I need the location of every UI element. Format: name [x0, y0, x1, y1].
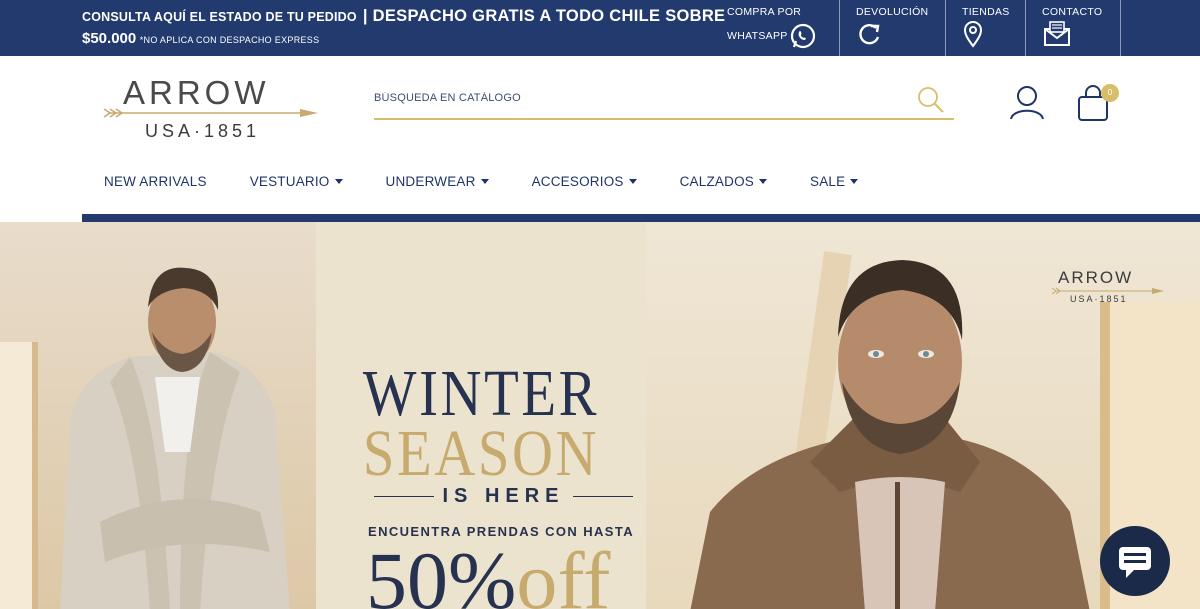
nav-item-new-arrivals[interactable]: NEW ARRIVALS [104, 174, 207, 189]
caret-down-icon [850, 179, 859, 184]
arrow-logo[interactable]: ARROW USA·1851 [100, 74, 324, 144]
nav-label: CALZADOS [679, 174, 754, 189]
returns-label: DEVOLUCIÓN [856, 6, 929, 18]
discount-word: off [516, 535, 611, 609]
refresh-icon [859, 23, 880, 45]
whatsapp-link[interactable]: COMPRA POR WHATSAPP [710, 0, 840, 56]
contact-label: CONTACTO [1042, 6, 1103, 18]
hero-brand-word: ARROW [1058, 268, 1134, 287]
main-nav: NEW ARRIVALS VESTUARIO UNDERWEAR ACCESOR… [104, 174, 901, 189]
nav-item-calzados[interactable]: CALZADOS [680, 174, 767, 189]
nav-label: NEW ARRIVALS [104, 174, 207, 189]
decorative-line [572, 496, 633, 497]
caret-down-icon [480, 179, 489, 184]
user-account-icon[interactable] [1008, 84, 1046, 122]
top-announcement-bar: CONSULTA AQUÍ EL ESTADO DE TU PEDIDO | DE… [0, 0, 1200, 56]
cart-count-badge: 0 [1101, 84, 1119, 102]
shipping-note: *NO APLICA CON DESPACHO EXPRESS [139, 35, 320, 45]
caret-down-icon [758, 179, 767, 184]
shipping-threshold-amount: $50.000 [82, 30, 137, 47]
promo-banner[interactable]: CONSULTA AQUÍ EL ESTADO DE TU PEDIDO | DE… [82, 5, 725, 51]
nav-divider-gap [0, 214, 82, 222]
stores-label: TIENDAS [962, 6, 1010, 18]
whatsapp-label-1: COMPRA POR [727, 6, 802, 18]
top-links: COMPRA POR WHATSAPP DEVOLUCIÓN TIENDAS C… [710, 0, 1121, 56]
stores-link[interactable]: TIENDAS [946, 0, 1026, 56]
nav-label: SALE [809, 174, 846, 189]
caret-down-icon [628, 179, 637, 184]
hero-title-season: SEASON [362, 417, 600, 490]
logo-arrow-icon [103, 108, 318, 118]
search-input[interactable] [374, 92, 894, 104]
chat-widget-button[interactable] [1100, 526, 1170, 596]
nav-divider-bar [0, 214, 1200, 222]
hero-banner[interactable]: WINTER SEASON IS HERE ENCUENTRA PRENDAS … [0, 222, 1200, 609]
hero-copy: WINTER SEASON IS HERE ENCUENTRA PRENDAS … [316, 222, 646, 609]
hero-is-here-text: IS HERE [442, 485, 565, 507]
hero-is-here: IS HERE [366, 485, 641, 508]
location-pin-icon [963, 21, 983, 48]
returns-link[interactable]: DEVOLUCIÓN [840, 0, 946, 56]
nav-label: VESTUARIO [249, 174, 330, 189]
nav-label: ACCESORIOS [531, 174, 624, 189]
order-status-link[interactable]: CONSULTA AQUÍ EL ESTADO DE TU PEDIDO [82, 10, 357, 24]
hero-discount: 50%off [366, 540, 766, 609]
search-bar[interactable] [374, 84, 954, 120]
search-icon[interactable] [916, 85, 946, 115]
nav-item-vestuario[interactable]: VESTUARIO [250, 174, 343, 189]
mail-icon [1044, 21, 1070, 46]
hero-canvas-frame-left [0, 342, 38, 609]
hero-brand-sub: USA·1851 [1070, 294, 1128, 304]
contact-link[interactable]: CONTACTO [1026, 0, 1121, 56]
nav-item-sale[interactable]: SALE [809, 174, 859, 189]
chat-bubble-icon [1119, 547, 1151, 578]
decorative-line [374, 496, 435, 497]
free-shipping-text: | DESPACHO GRATIS A TODO CHILE SOBRE [362, 7, 726, 25]
logo-subtitle: USA·1851 [145, 121, 261, 141]
cart-button[interactable]: 0 [1076, 84, 1119, 129]
caret-down-icon [334, 179, 343, 184]
discount-number: 50% [366, 535, 517, 609]
whatsapp-icon [790, 23, 816, 49]
nav-item-underwear[interactable]: UNDERWEAR [386, 174, 489, 189]
hero-model-left-image [60, 267, 290, 609]
whatsapp-label-2: WHATSAPP [727, 30, 788, 42]
nav-label: UNDERWEAR [385, 174, 476, 189]
nav-item-accesorios[interactable]: ACCESORIOS [532, 174, 637, 189]
hero-brand-logo: ARROW USA·1851 [1050, 268, 1166, 310]
site-header: ARROW USA·1851 0 NEW ARRIVALS VESTUARIO … [0, 56, 1200, 214]
